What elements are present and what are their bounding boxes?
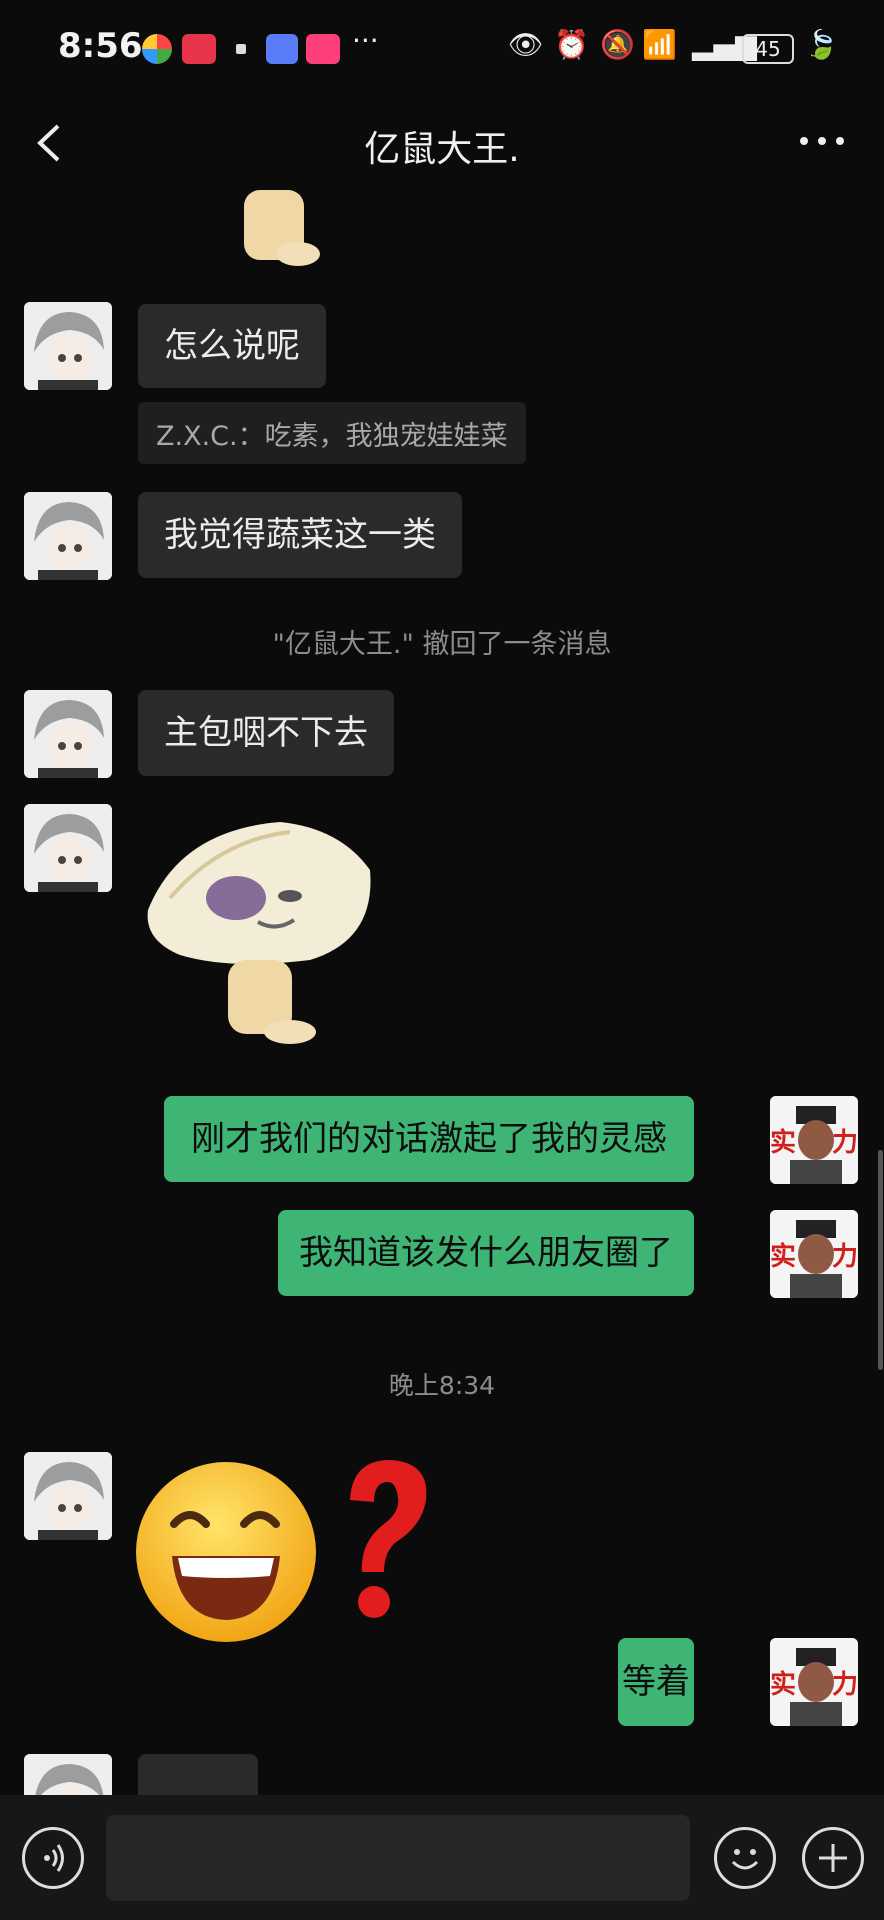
chat-area: 怎么说呢 Z.X.C.：吃素，我独宠娃娃菜 我觉得蔬菜这一类 "亿鼠大王." 撤…	[0, 190, 884, 1795]
dumpling-sticker-partial	[244, 190, 320, 266]
chat-scrollbar[interactable]	[878, 1150, 883, 1370]
chat-header: 亿鼠大王.	[0, 100, 884, 190]
dumpling-sticker[interactable]	[140, 810, 380, 1060]
app-icon-5	[306, 34, 340, 64]
contact-avatar[interactable]	[24, 1754, 112, 1795]
incoming-message[interactable]: 真的	[138, 1754, 258, 1795]
outgoing-message[interactable]: 我知道该发什么朋友圈了	[278, 1210, 694, 1296]
contact-avatar[interactable]	[24, 492, 112, 580]
input-bar	[0, 1795, 884, 1920]
voice-icon[interactable]	[22, 1827, 84, 1889]
quoted-message[interactable]: Z.X.C.：吃素，我独宠娃娃菜	[138, 402, 526, 464]
incoming-message[interactable]: 主包咽不下去	[138, 690, 394, 776]
avatar-label: 实力	[770, 1242, 858, 1272]
eye-icon: 👁	[508, 28, 544, 61]
emoji-icon[interactable]	[714, 1827, 776, 1889]
status-time: 8:56	[58, 26, 143, 66]
alarm-icon: ⏰	[554, 28, 589, 61]
self-avatar[interactable]: 实力	[770, 1210, 858, 1298]
app-icon-2	[182, 34, 216, 64]
contact-avatar[interactable]	[24, 690, 112, 778]
avatar-label: 实力	[770, 1128, 858, 1158]
app-icon-3	[236, 44, 246, 54]
message-input[interactable]	[106, 1815, 690, 1901]
contact-avatar[interactable]	[24, 1452, 112, 1540]
contact-avatar[interactable]	[24, 804, 112, 892]
mute-icon: 🔕	[600, 28, 635, 61]
recall-notice: "亿鼠大王." 撤回了一条消息	[272, 629, 612, 660]
status-bar: 8:56 ··· 👁 ⏰ 🔕 📶 ▂▄▆ 45 🍃	[0, 0, 884, 100]
incoming-message[interactable]: 怎么说呢	[138, 304, 326, 388]
time-divider: 晚上8:34	[388, 1371, 496, 1400]
more-notifications-icon: ···	[352, 24, 379, 57]
outgoing-message[interactable]: 刚才我们的对话激起了我的灵感	[164, 1096, 694, 1182]
incoming-message[interactable]: 我觉得蔬菜这一类	[138, 492, 462, 578]
battery-icon: 45	[742, 34, 794, 64]
chat-title: 亿鼠大王.	[364, 129, 520, 170]
self-avatar[interactable]: 实力	[770, 1096, 858, 1184]
self-avatar[interactable]: 实力	[770, 1638, 858, 1726]
more-icon[interactable]	[796, 126, 848, 156]
wifi-icon: 📶	[642, 28, 677, 61]
app-icon-4	[266, 34, 298, 64]
avatar-label: 实力	[770, 1670, 858, 1700]
outgoing-message[interactable]: 等着	[618, 1638, 694, 1726]
contact-avatar[interactable]	[24, 302, 112, 390]
app-icon-1	[142, 34, 172, 64]
plus-icon[interactable]	[802, 1827, 864, 1889]
grin-question-sticker[interactable]	[134, 1452, 434, 1652]
leaf-icon: 🍃	[804, 28, 839, 61]
